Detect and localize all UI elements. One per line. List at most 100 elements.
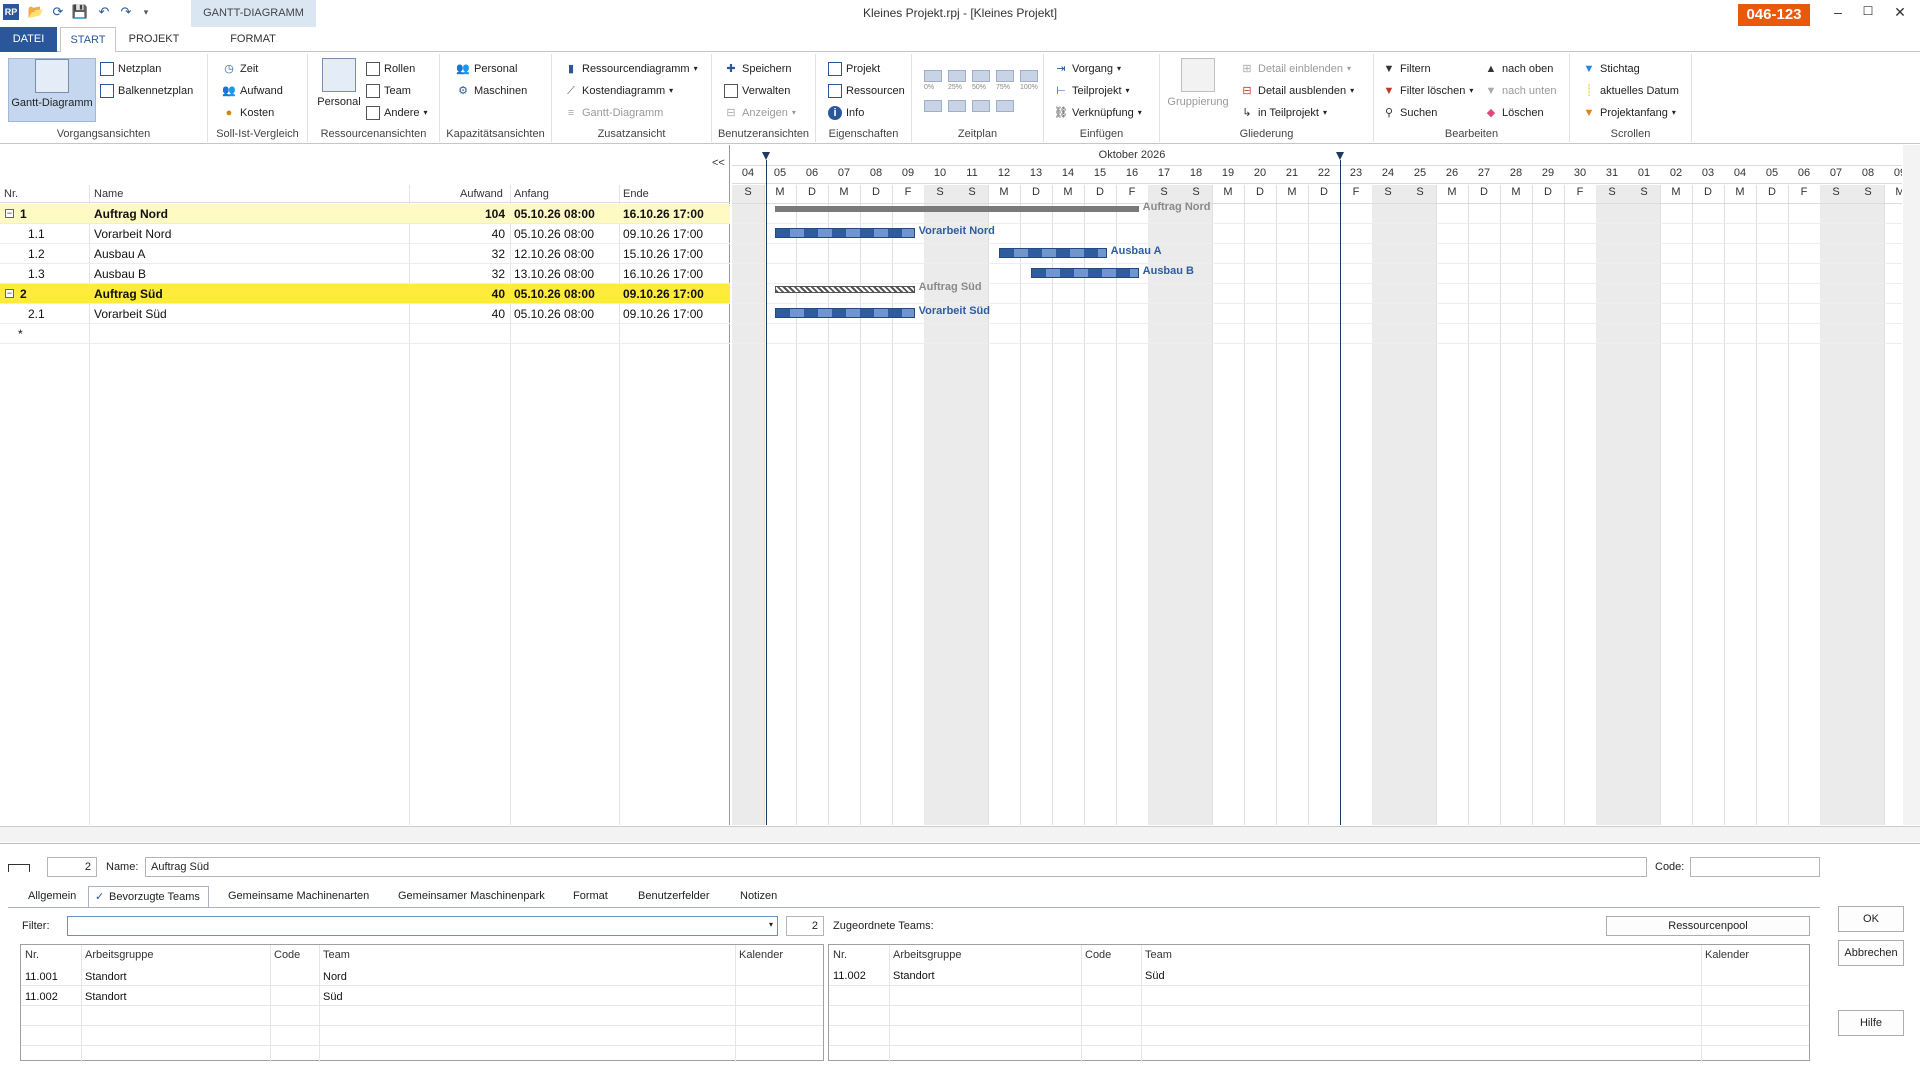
progress-25-button[interactable]: [948, 70, 966, 82]
team-row-gruppe[interactable]: Standort: [85, 991, 127, 1003]
tab-format[interactable]: FORMAT: [220, 27, 286, 52]
minimize-button[interactable]: –: [1826, 4, 1850, 22]
tab-format[interactable]: Format: [565, 886, 616, 908]
cell-ende[interactable]: 09.10.26 17:00: [623, 307, 703, 321]
header-team[interactable]: Team: [1145, 949, 1172, 961]
balkennetzplan-button[interactable]: Balkennetzplan: [100, 82, 193, 100]
cell-ende[interactable]: 09.10.26 17:00: [623, 287, 704, 301]
cell-nr[interactable]: 1.1: [28, 227, 45, 241]
vertical-scrollbar[interactable]: [1903, 145, 1920, 825]
schedule-tool-1-button[interactable]: [924, 100, 942, 112]
ok-button[interactable]: OK: [1838, 906, 1904, 932]
table-row[interactable]: 2.1 Vorarbeit Süd 40 05.10.26 08:00 09.10.26…: [0, 304, 730, 324]
col-aufwand[interactable]: Aufwand: [460, 188, 503, 200]
verknuepfung-button[interactable]: ⛓ Verknüpfung ▾: [1054, 104, 1142, 122]
header-nr[interactable]: Nr.: [833, 949, 847, 961]
header-code[interactable]: Code: [274, 949, 300, 961]
task-name-field[interactable]: Auftrag Süd: [145, 857, 1647, 877]
netzplan-button[interactable]: Netzplan: [100, 60, 161, 78]
anzeigen-button[interactable]: ⊟ Anzeigen ▾: [724, 104, 796, 122]
team-row-team[interactable]: Süd: [323, 991, 343, 1003]
schedule-tool-3-button[interactable]: [972, 100, 990, 112]
col-ende[interactable]: Ende: [623, 188, 649, 200]
tab-datei[interactable]: DATEI: [0, 27, 57, 52]
verwalten-button[interactable]: Verwalten: [724, 82, 790, 100]
cell-aufwand[interactable]: 40: [492, 227, 505, 241]
cell-name[interactable]: Auftrag Süd: [94, 287, 163, 301]
col-nr[interactable]: Nr.: [4, 188, 18, 200]
cell-anfang[interactable]: 12.10.26 08:00: [514, 247, 594, 261]
cell-aufwand[interactable]: 32: [492, 267, 505, 281]
in-teilprojekt-button[interactable]: ↳ in Teilprojekt ▾: [1240, 104, 1327, 122]
header-kalender[interactable]: Kalender: [739, 949, 783, 961]
gruppierung-button[interactable]: Gruppierung: [1164, 58, 1232, 118]
zusatz-gantt-button[interactable]: ≡ Gantt-Diagramm: [564, 104, 664, 122]
stichtag-button[interactable]: ▼ Stichtag: [1582, 60, 1640, 78]
tab-allgemein[interactable]: Allgemein: [20, 886, 84, 908]
collapse-table-button[interactable]: <<: [712, 157, 725, 169]
task-bar[interactable]: [998, 248, 1107, 258]
kap-personal-button[interactable]: 👥 Personal: [456, 60, 517, 78]
cell-anfang[interactable]: 13.10.26 08:00: [514, 267, 594, 281]
table-row[interactable]: −2 Auftrag Süd 40 05.10.26 08:00 09.10.26 17…: [0, 284, 730, 304]
cell-ende[interactable]: 15.10.26 17:00: [623, 247, 703, 261]
col-anfang[interactable]: Anfang: [514, 188, 549, 200]
header-arbeitsgruppe[interactable]: Arbeitsgruppe: [85, 949, 154, 961]
table-row[interactable]: 1.3 Ausbau B 32 13.10.26 08:00 16.10.26 17:0…: [0, 264, 730, 284]
summary-bar[interactable]: [774, 286, 915, 293]
cell-ende[interactable]: 09.10.26 17:00: [623, 227, 703, 241]
task-bar[interactable]: [1030, 268, 1139, 278]
progress-75-button[interactable]: [996, 70, 1014, 82]
cell-aufwand[interactable]: 40: [492, 307, 505, 321]
team-button[interactable]: Team: [366, 82, 411, 100]
header-nr[interactable]: Nr.: [25, 949, 39, 961]
collapse-toggle-icon[interactable]: −: [5, 209, 14, 218]
gantt-diagram-button[interactable]: Gantt-Diagramm: [8, 58, 96, 122]
ressourcen-props-button[interactable]: Ressourcen: [828, 82, 905, 100]
assigned-row-nr[interactable]: 11.002: [833, 970, 866, 982]
task-bar[interactable]: [774, 228, 915, 238]
cell-nr[interactable]: 1.3: [28, 267, 45, 281]
ressourcenpool-button[interactable]: Ressourcenpool: [1606, 916, 1810, 936]
speichern-button[interactable]: ✚ Speichern: [724, 60, 791, 78]
suchen-button[interactable]: ⚲ Suchen: [1382, 104, 1437, 122]
assigned-row-gruppe[interactable]: Standort: [893, 970, 935, 982]
header-code[interactable]: Code: [1085, 949, 1111, 961]
task-id-field[interactable]: 2: [47, 857, 97, 877]
teilprojekt-insert-button[interactable]: ⊢ Teilprojekt ▾: [1054, 82, 1129, 100]
schedule-tool-2-button[interactable]: [948, 100, 966, 112]
filter-combo[interactable]: ▾: [67, 916, 778, 936]
cell-anfang[interactable]: 05.10.26 08:00: [514, 307, 594, 321]
tab-maschinenpark[interactable]: Gemeinsamer Maschinenpark: [390, 886, 553, 908]
cell-aufwand[interactable]: 40: [492, 287, 505, 301]
collapse-toggle-icon[interactable]: −: [5, 289, 14, 298]
cell-name[interactable]: Vorarbeit Nord: [94, 227, 171, 241]
cell-name[interactable]: Auftrag Nord: [94, 207, 168, 221]
close-button[interactable]: ✕: [1888, 4, 1912, 22]
tab-maschinenarten[interactable]: Gemeinsame Machinenarten: [220, 886, 377, 908]
cell-name[interactable]: Ausbau B: [94, 267, 146, 281]
new-row[interactable]: *: [0, 324, 730, 344]
loeschen-button[interactable]: ◆ Löschen: [1484, 104, 1544, 122]
detail-ausblenden-button[interactable]: ⊟ Detail ausblenden ▾: [1240, 82, 1354, 100]
progress-50-button[interactable]: [972, 70, 990, 82]
hilfe-button[interactable]: Hilfe: [1838, 1010, 1904, 1036]
nach-unten-button[interactable]: ▼ nach unten: [1484, 82, 1557, 100]
kosten-button[interactable]: ● Kosten: [222, 104, 275, 122]
cell-nr[interactable]: 2.1: [28, 307, 45, 321]
team-row-team[interactable]: Nord: [323, 971, 347, 983]
task-bar[interactable]: [774, 308, 915, 318]
col-name[interactable]: Name: [94, 188, 123, 200]
abbrechen-button[interactable]: Abbrechen: [1838, 940, 1904, 966]
cell-anfang[interactable]: 05.10.26 08:00: [514, 207, 595, 221]
code-field[interactable]: [1690, 857, 1820, 877]
filter-loeschen-button[interactable]: ▼ Filter löschen ▾: [1382, 82, 1474, 100]
aktuelles-datum-button[interactable]: ┊ aktuelles Datum: [1582, 82, 1679, 100]
schedule-tool-4-button[interactable]: [996, 100, 1014, 112]
rollen-button[interactable]: Rollen: [366, 60, 415, 78]
cell-name[interactable]: Ausbau A: [94, 247, 145, 261]
team-row-nr[interactable]: 11.002: [25, 991, 58, 1003]
progress-100-button[interactable]: [1020, 70, 1038, 82]
andere-button[interactable]: Andere ▾: [366, 104, 428, 122]
table-row[interactable]: 1.1 Vorarbeit Nord 40 05.10.26 08:00 09.10.2…: [0, 224, 730, 244]
